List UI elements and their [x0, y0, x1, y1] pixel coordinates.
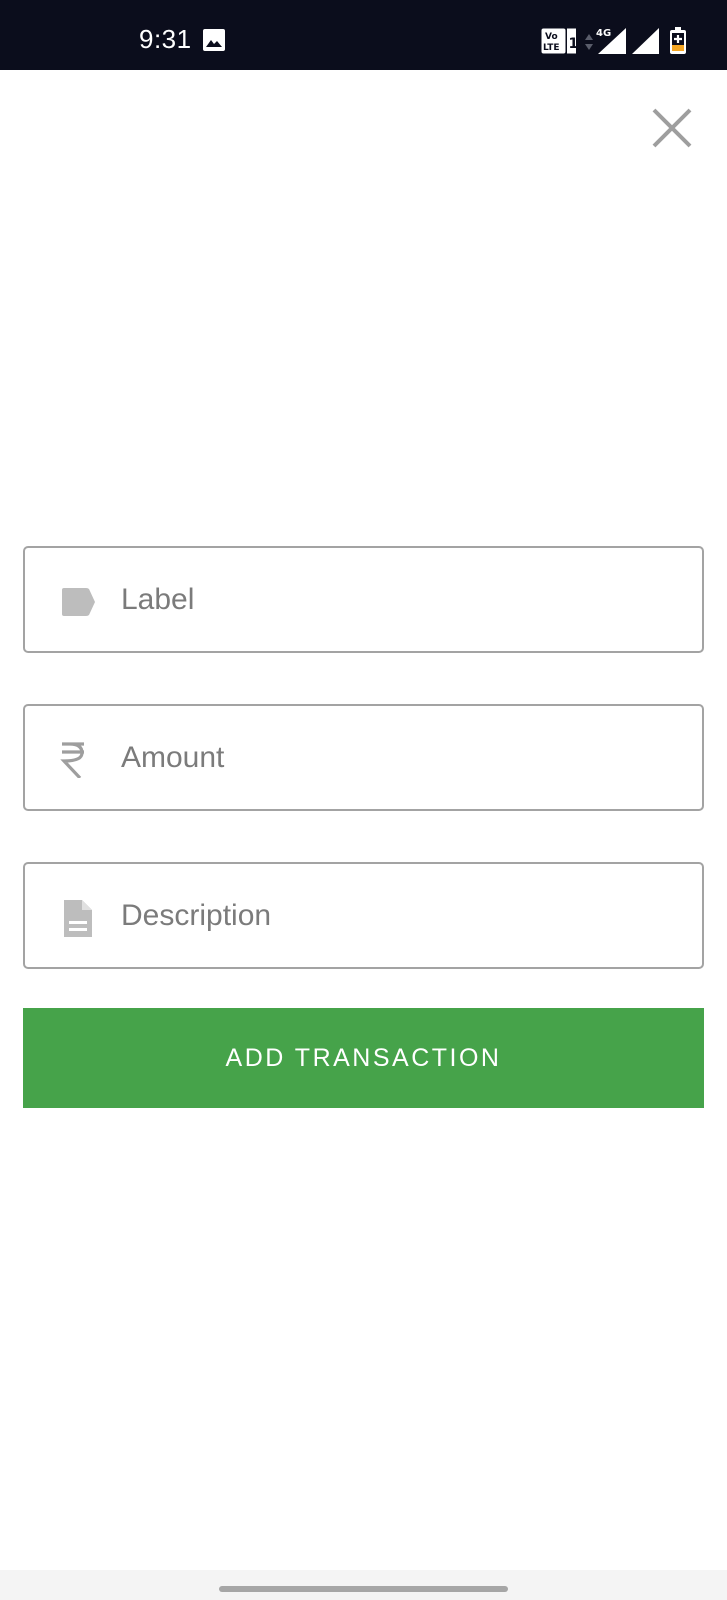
navigation-bar — [0, 1570, 727, 1600]
gallery-icon — [203, 29, 225, 51]
rupee-icon — [60, 742, 84, 778]
home-gesture-handle[interactable] — [219, 1586, 508, 1592]
status-time: 9:31 — [139, 24, 192, 54]
description-field[interactable] — [23, 862, 704, 969]
svg-text:Vo: Vo — [545, 32, 558, 42]
battery-charging-icon — [670, 27, 686, 54]
network-type-label: 4G — [596, 28, 611, 39]
amount-input[interactable] — [121, 706, 681, 809]
close-icon — [652, 108, 692, 148]
amount-field[interactable] — [23, 704, 704, 811]
status-bar: 9:31 Vo LTE 1 4G — [0, 0, 727, 70]
label-field[interactable] — [23, 546, 704, 653]
svg-text:LTE: LTE — [543, 43, 560, 53]
add-transaction-button[interactable]: ADD TRANSACTION — [23, 1008, 704, 1108]
label-input[interactable] — [121, 548, 681, 651]
document-icon — [64, 900, 92, 937]
description-input[interactable] — [121, 864, 681, 967]
svg-text:1: 1 — [569, 36, 578, 52]
data-arrows-icon — [585, 34, 593, 50]
tag-icon — [62, 588, 95, 616]
signal-icon — [632, 28, 659, 54]
volte-icon: Vo LTE 1 — [541, 28, 577, 54]
close-button[interactable] — [648, 104, 696, 152]
signal-4g-icon: 4G — [596, 28, 626, 54]
